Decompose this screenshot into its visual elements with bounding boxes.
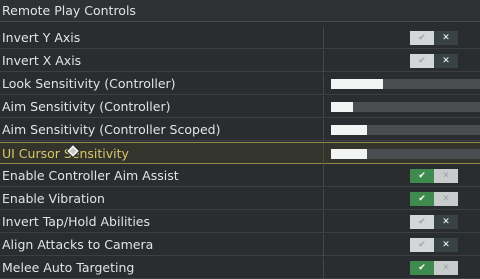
column-divider [323, 73, 324, 95]
toggle-on-check-icon[interactable]: ✔ [410, 261, 434, 275]
toggle-off-x-icon[interactable]: ✕ [434, 192, 458, 206]
setting-label: Melee Auto Targeting [2, 260, 135, 275]
column-divider [323, 96, 324, 118]
setting-label: Look Sensitivity (Controller) [2, 76, 176, 91]
column-divider [323, 165, 324, 187]
aim-sensitivity-slider[interactable] [331, 102, 480, 112]
setting-row-controller-aim-assist[interactable]: Enable Controller Aim Assist ✔ ✕ [0, 165, 480, 187]
toggle-on-check-icon[interactable]: ✔ [410, 54, 434, 68]
toggle-off-x-icon[interactable]: ✕ [434, 238, 458, 252]
setting-row-enable-vibration[interactable]: Enable Vibration ✔ ✕ [0, 188, 480, 210]
invert-tap-hold-toggle[interactable]: ✔ ✕ [410, 215, 458, 229]
melee-auto-targeting-toggle[interactable]: ✔ ✕ [410, 261, 458, 275]
toggle-on-check-icon[interactable]: ✔ [410, 215, 434, 229]
toggle-on-check-icon[interactable]: ✔ [410, 238, 434, 252]
align-attacks-toggle[interactable]: ✔ ✕ [410, 238, 458, 252]
toggle-off-x-icon[interactable]: ✕ [434, 54, 458, 68]
toggle-off-x-icon[interactable]: ✕ [434, 215, 458, 229]
section-header: Remote Play Controls [0, 0, 480, 22]
setting-row-align-attacks[interactable]: Align Attacks to Camera ✔ ✕ [0, 234, 480, 256]
column-divider [323, 188, 324, 210]
setting-row-melee-auto-targeting[interactable]: Melee Auto Targeting ✔ ✕ [0, 257, 480, 279]
setting-label: Aim Sensitivity (Controller Scoped) [2, 122, 221, 137]
column-divider [323, 211, 324, 233]
look-sensitivity-slider[interactable] [331, 79, 480, 89]
slider-fill [331, 125, 367, 135]
setting-label: Invert Y Axis [2, 30, 81, 45]
column-divider [323, 143, 324, 165]
toggle-off-x-icon[interactable]: ✕ [434, 261, 458, 275]
enable-vibration-toggle[interactable]: ✔ ✕ [410, 192, 458, 206]
section-title: Remote Play Controls [2, 3, 136, 18]
slider-fill [331, 79, 384, 89]
column-divider [323, 27, 324, 49]
column-divider [323, 257, 324, 279]
column-divider [323, 119, 324, 141]
setting-label: Enable Controller Aim Assist [2, 168, 179, 183]
ui-cursor-sensitivity-slider[interactable] [331, 149, 480, 159]
toggle-off-x-icon[interactable]: ✕ [434, 31, 458, 45]
controller-aim-assist-toggle[interactable]: ✔ ✕ [410, 169, 458, 183]
column-divider [323, 234, 324, 256]
setting-row-invert-x-axis[interactable]: Invert X Axis ✔ ✕ [0, 50, 480, 72]
setting-label: Align Attacks to Camera [2, 237, 154, 252]
column-divider [323, 50, 324, 72]
invert-x-axis-toggle[interactable]: ✔ ✕ [410, 54, 458, 68]
toggle-on-check-icon[interactable]: ✔ [410, 31, 434, 45]
setting-row-invert-y-axis[interactable]: Invert Y Axis ✔ ✕ [0, 27, 480, 49]
setting-label: Aim Sensitivity (Controller) [2, 99, 171, 114]
setting-label: Enable Vibration [2, 191, 105, 206]
toggle-on-check-icon[interactable]: ✔ [410, 192, 434, 206]
invert-y-axis-toggle[interactable]: ✔ ✕ [410, 31, 458, 45]
setting-label: Invert Tap/Hold Abilities [2, 214, 150, 229]
slider-fill [331, 102, 354, 112]
setting-label: Invert X Axis [2, 53, 82, 68]
aim-sensitivity-scoped-slider[interactable] [331, 125, 480, 135]
toggle-on-check-icon[interactable]: ✔ [410, 169, 434, 183]
controller-cursor-icon [66, 144, 80, 158]
settings-panel: Remote Play Controls Invert Y Axis ✔ ✕ I… [0, 0, 480, 279]
setting-row-aim-sensitivity-scoped[interactable]: Aim Sensitivity (Controller Scoped) [0, 119, 480, 141]
setting-row-aim-sensitivity[interactable]: Aim Sensitivity (Controller) [0, 96, 480, 118]
slider-fill [331, 149, 367, 159]
setting-row-invert-tap-hold[interactable]: Invert Tap/Hold Abilities ✔ ✕ [0, 211, 480, 233]
toggle-off-x-icon[interactable]: ✕ [434, 169, 458, 183]
setting-row-look-sensitivity[interactable]: Look Sensitivity (Controller) [0, 73, 480, 95]
